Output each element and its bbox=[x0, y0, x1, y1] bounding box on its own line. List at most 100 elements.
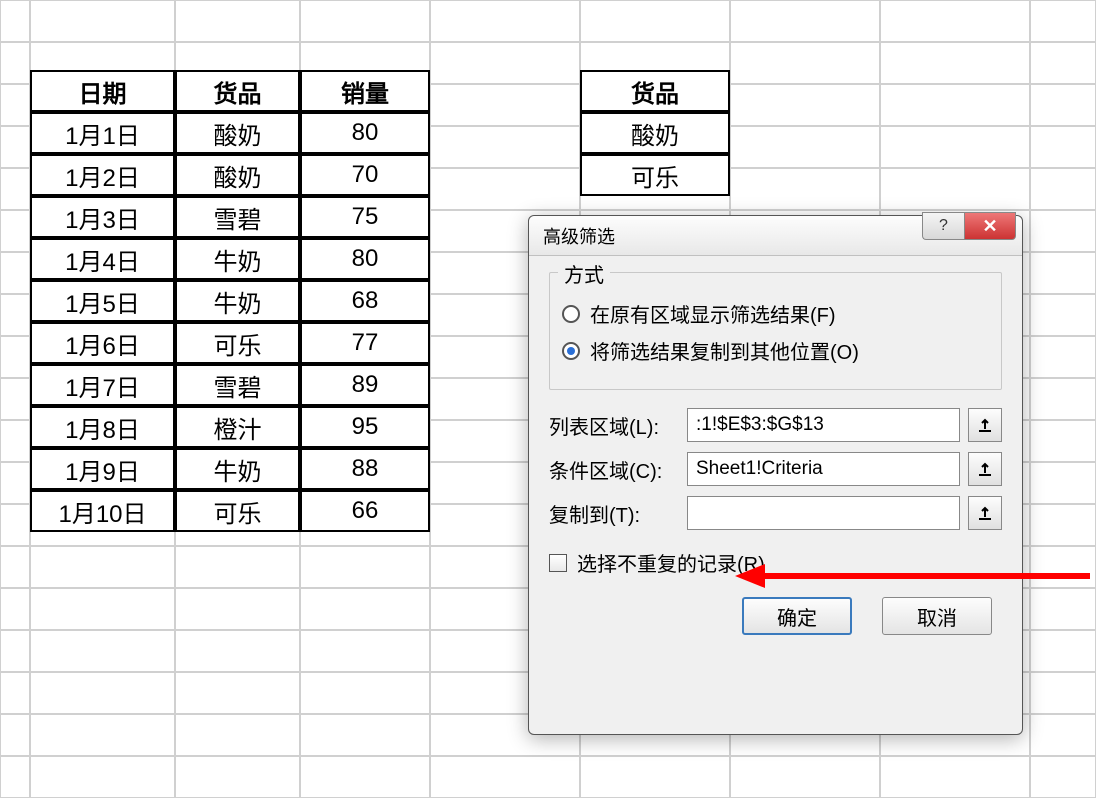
grid-cell[interactable] bbox=[1030, 294, 1096, 336]
grid-cell[interactable] bbox=[300, 714, 430, 756]
grid-cell[interactable] bbox=[730, 84, 880, 126]
main-table-cell[interactable]: 66 bbox=[300, 490, 430, 532]
main-table-cell[interactable]: 雪碧 bbox=[175, 364, 300, 406]
main-table-cell[interactable]: 雪碧 bbox=[175, 196, 300, 238]
list-range-input[interactable]: :1!$E$3:$G$13 bbox=[687, 408, 960, 442]
criteria-table-cell[interactable]: 可乐 bbox=[580, 154, 730, 196]
grid-cell[interactable] bbox=[0, 588, 30, 630]
grid-cell[interactable] bbox=[0, 504, 30, 546]
main-table-cell[interactable]: 牛奶 bbox=[175, 448, 300, 490]
criteria-range-collapse-button[interactable] bbox=[968, 452, 1002, 486]
main-table-cell[interactable]: 75 bbox=[300, 196, 430, 238]
main-table-cell[interactable]: 88 bbox=[300, 448, 430, 490]
grid-cell[interactable] bbox=[175, 756, 300, 798]
grid-cell[interactable] bbox=[175, 546, 300, 588]
grid-cell[interactable] bbox=[0, 294, 30, 336]
grid-cell[interactable] bbox=[730, 42, 880, 84]
grid-cell[interactable] bbox=[1030, 126, 1096, 168]
grid-cell[interactable] bbox=[730, 756, 880, 798]
grid-cell[interactable] bbox=[880, 756, 1030, 798]
grid-cell[interactable] bbox=[30, 672, 175, 714]
grid-cell[interactable] bbox=[430, 168, 580, 210]
grid-cell[interactable] bbox=[1030, 210, 1096, 252]
grid-cell[interactable] bbox=[580, 756, 730, 798]
grid-cell[interactable] bbox=[1030, 588, 1096, 630]
grid-cell[interactable] bbox=[430, 84, 580, 126]
main-table-cell[interactable]: 1月7日 bbox=[30, 364, 175, 406]
grid-cell[interactable] bbox=[1030, 756, 1096, 798]
grid-cell[interactable] bbox=[580, 0, 730, 42]
main-table-header[interactable]: 货品 bbox=[175, 70, 300, 112]
grid-cell[interactable] bbox=[0, 84, 30, 126]
main-table-cell[interactable]: 1月2日 bbox=[30, 154, 175, 196]
radio-copy-to-location[interactable]: 将筛选结果复制到其他位置(O) bbox=[562, 336, 989, 365]
main-table-cell[interactable]: 牛奶 bbox=[175, 280, 300, 322]
grid-cell[interactable] bbox=[0, 714, 30, 756]
main-table-header[interactable]: 日期 bbox=[30, 70, 175, 112]
main-table-cell[interactable]: 酸奶 bbox=[175, 154, 300, 196]
grid-cell[interactable] bbox=[730, 126, 880, 168]
grid-cell[interactable] bbox=[175, 0, 300, 42]
copy-to-input[interactable] bbox=[687, 496, 960, 530]
grid-cell[interactable] bbox=[0, 462, 30, 504]
grid-cell[interactable] bbox=[175, 588, 300, 630]
grid-cell[interactable] bbox=[0, 546, 30, 588]
grid-cell[interactable] bbox=[30, 0, 175, 42]
grid-cell[interactable] bbox=[300, 546, 430, 588]
main-table-cell[interactable]: 酸奶 bbox=[175, 112, 300, 154]
grid-cell[interactable] bbox=[880, 42, 1030, 84]
grid-cell[interactable] bbox=[880, 126, 1030, 168]
grid-cell[interactable] bbox=[1030, 252, 1096, 294]
grid-cell[interactable] bbox=[300, 0, 430, 42]
list-range-collapse-button[interactable] bbox=[968, 408, 1002, 442]
grid-cell[interactable] bbox=[430, 756, 580, 798]
main-table-cell[interactable]: 1月3日 bbox=[30, 196, 175, 238]
grid-cell[interactable] bbox=[300, 588, 430, 630]
close-button[interactable]: ✕ bbox=[964, 212, 1016, 240]
help-button[interactable]: ? bbox=[922, 212, 964, 240]
grid-cell[interactable] bbox=[1030, 42, 1096, 84]
grid-cell[interactable] bbox=[0, 336, 30, 378]
grid-cell[interactable] bbox=[1030, 336, 1096, 378]
grid-cell[interactable] bbox=[1030, 168, 1096, 210]
grid-cell[interactable] bbox=[1030, 84, 1096, 126]
grid-cell[interactable] bbox=[0, 630, 30, 672]
grid-cell[interactable] bbox=[0, 252, 30, 294]
grid-cell[interactable] bbox=[1030, 420, 1096, 462]
grid-cell[interactable] bbox=[1030, 0, 1096, 42]
grid-cell[interactable] bbox=[30, 714, 175, 756]
grid-cell[interactable] bbox=[1030, 630, 1096, 672]
grid-cell[interactable] bbox=[1030, 672, 1096, 714]
main-table-cell[interactable]: 1月4日 bbox=[30, 238, 175, 280]
criteria-range-input[interactable]: Sheet1!Criteria bbox=[687, 452, 960, 486]
main-table-cell[interactable]: 1月6日 bbox=[30, 322, 175, 364]
grid-cell[interactable] bbox=[0, 42, 30, 84]
grid-cell[interactable] bbox=[430, 126, 580, 168]
grid-cell[interactable] bbox=[175, 630, 300, 672]
main-table-header[interactable]: 销量 bbox=[300, 70, 430, 112]
main-table-cell[interactable]: 80 bbox=[300, 112, 430, 154]
grid-cell[interactable] bbox=[30, 756, 175, 798]
grid-cell[interactable] bbox=[1030, 462, 1096, 504]
grid-cell[interactable] bbox=[880, 168, 1030, 210]
grid-cell[interactable] bbox=[175, 672, 300, 714]
grid-cell[interactable] bbox=[30, 588, 175, 630]
grid-cell[interactable] bbox=[430, 42, 580, 84]
main-table-cell[interactable]: 1月5日 bbox=[30, 280, 175, 322]
grid-cell[interactable] bbox=[1030, 714, 1096, 756]
main-table-cell[interactable]: 68 bbox=[300, 280, 430, 322]
main-table-cell[interactable]: 95 bbox=[300, 406, 430, 448]
grid-cell[interactable] bbox=[1030, 504, 1096, 546]
grid-cell[interactable] bbox=[30, 546, 175, 588]
main-table-cell[interactable]: 橙汁 bbox=[175, 406, 300, 448]
grid-cell[interactable] bbox=[0, 378, 30, 420]
grid-cell[interactable] bbox=[175, 714, 300, 756]
grid-cell[interactable] bbox=[300, 756, 430, 798]
grid-cell[interactable] bbox=[880, 0, 1030, 42]
grid-cell[interactable] bbox=[430, 0, 580, 42]
grid-cell[interactable] bbox=[0, 672, 30, 714]
grid-cell[interactable] bbox=[730, 168, 880, 210]
grid-cell[interactable] bbox=[0, 210, 30, 252]
main-table-cell[interactable]: 1月8日 bbox=[30, 406, 175, 448]
main-table-cell[interactable]: 89 bbox=[300, 364, 430, 406]
